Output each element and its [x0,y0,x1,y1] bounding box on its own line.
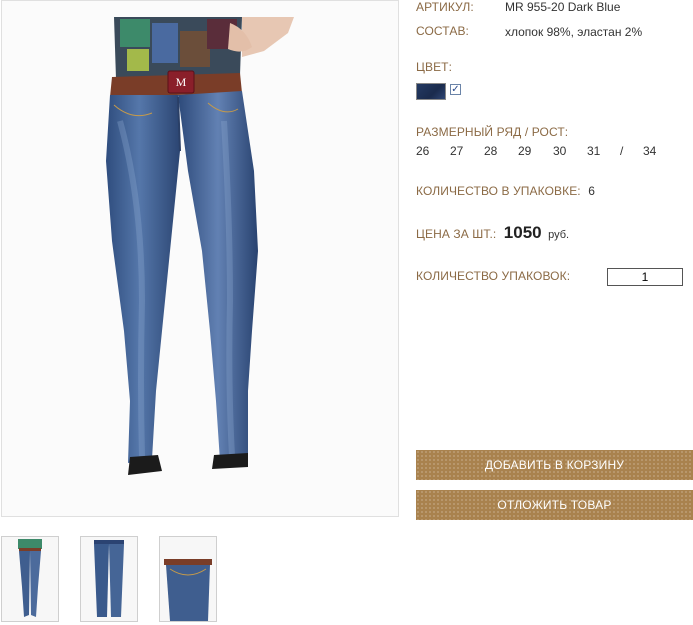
thumbnail-jeans-flat-image [94,540,124,617]
pack-count-input[interactable] [607,268,683,286]
price-value: 1050 [503,223,542,242]
thumbnail-jeans-model-image [18,539,42,617]
composition-value: хлопок 98%, эластан 2% [505,25,643,39]
size-item: 30 [553,144,567,158]
size-item: 26 [416,144,430,158]
color-swatch-dark-blue[interactable] [416,83,446,100]
article-label: АРТИКУЛ: [416,0,474,14]
thumbnail-jeans-detail-image [164,559,212,621]
size-item: 28 [484,144,498,158]
size-item: 29 [518,144,532,158]
product-main-image[interactable]: M [1,0,399,517]
composition-label: СОСТАВ: [416,24,469,38]
pack-quantity-label: КОЛИЧЕСТВО В УПАКОВКЕ: [416,184,581,198]
thumbnail-full-view[interactable] [80,536,138,622]
color-label: ЦВЕТ: [416,60,453,74]
jeans-illustration: M [106,17,294,475]
pack-count-label: КОЛИЧЕСТВО УПАКОВОК: [416,269,571,283]
postpone-item-button[interactable]: ОТЛОЖИТЬ ТОВАР [416,490,693,520]
size-item: 31 [587,144,601,158]
thumbnail-detail-view[interactable] [159,536,217,622]
pack-quantity-value: 6 [588,184,595,198]
size-separator: / [620,144,624,158]
price-label: ЦЕНА ЗА ШТ.: [416,227,497,241]
size-item: 27 [450,144,464,158]
height-item: 34 [643,144,657,158]
color-select-checkbox[interactable]: ✓ [450,84,461,95]
add-to-cart-button[interactable]: ДОБАВИТЬ В КОРЗИНУ [416,450,693,480]
article-value: MR 955-20 Dark Blue [505,0,621,14]
svg-text:M: M [176,75,187,89]
price-currency: руб. [548,229,570,241]
size-range-label: РАЗМЕРНЫЙ РЯД / РОСТ: [416,125,569,139]
price-row: ЦЕНА ЗА ШТ.: 1050 руб. [416,223,569,243]
pack-quantity-row: КОЛИЧЕСТВО В УПАКОВКЕ: 6 [416,182,595,200]
thumbnail-front-view[interactable] [1,536,59,622]
